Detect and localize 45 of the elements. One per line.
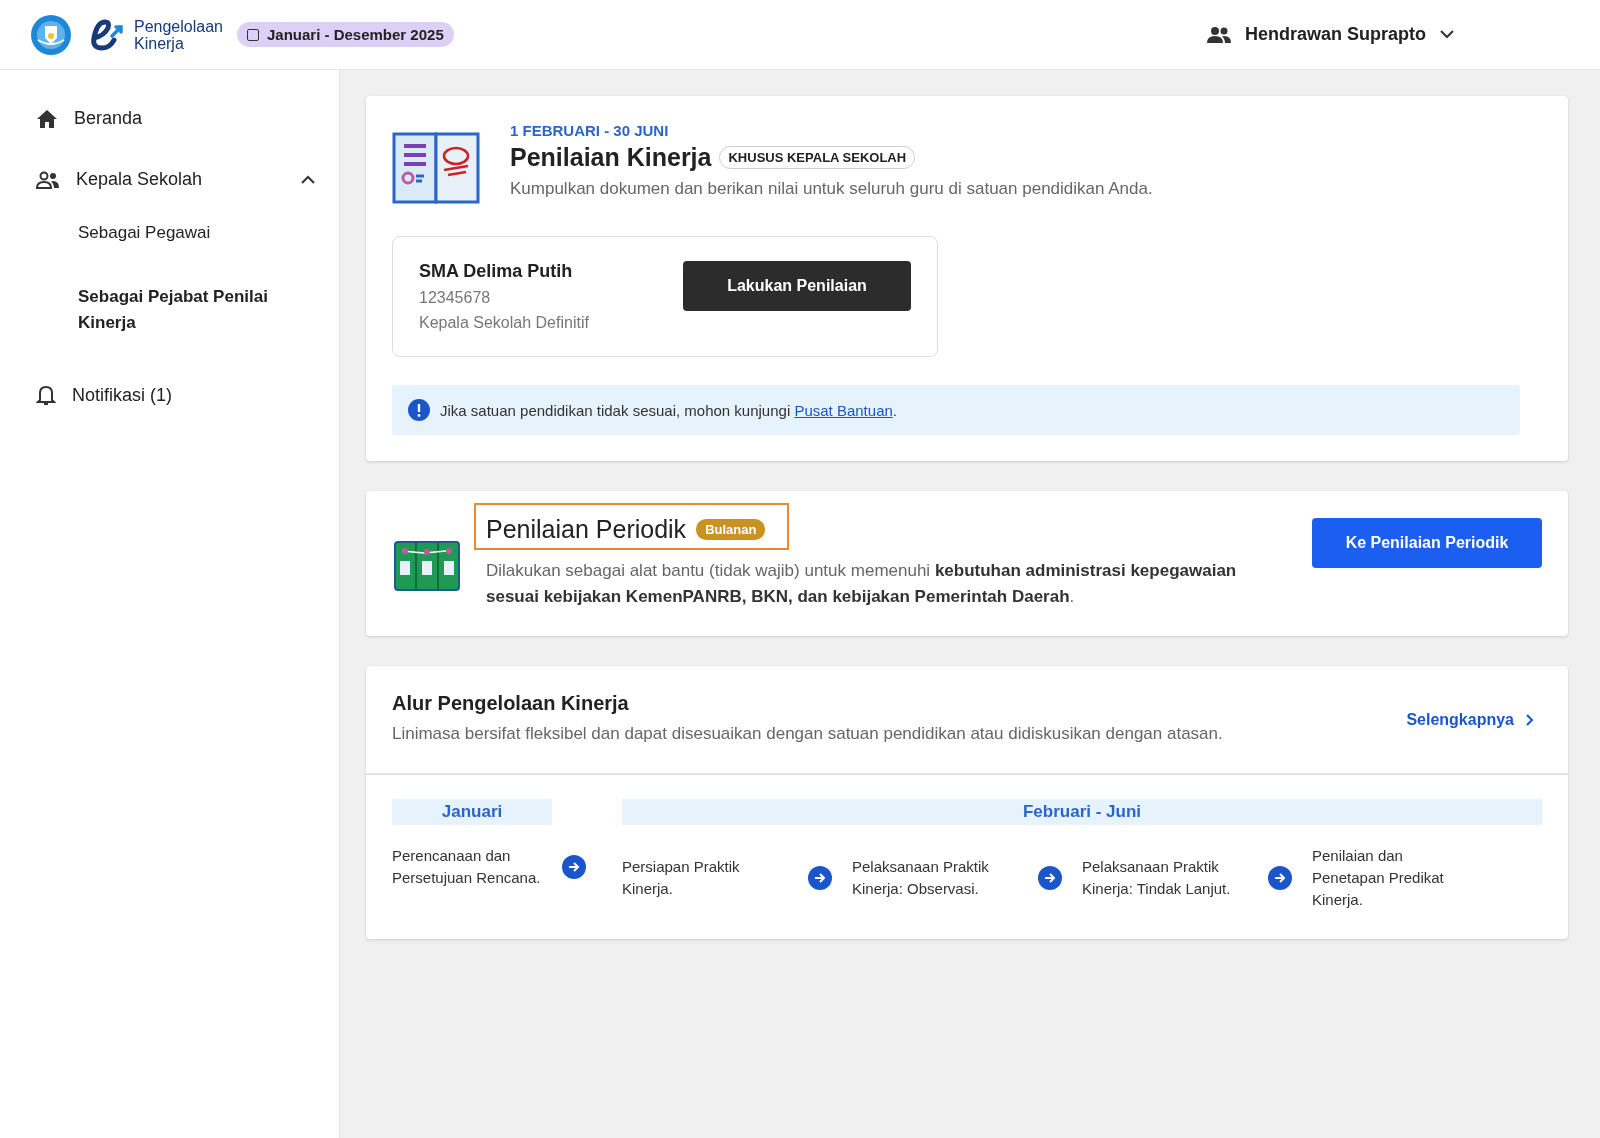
info-icon xyxy=(408,399,430,421)
assess-button[interactable]: Lakukan Penilaian xyxy=(683,261,911,311)
school-role: Kepala Sekolah Definitif xyxy=(419,314,589,332)
period-label: Januari xyxy=(392,799,552,825)
step-text: Persiapan Praktik Kinerja. xyxy=(622,857,741,899)
app-name: Kinerja xyxy=(134,34,184,52)
step-text: Pelaksanaan Praktik Kinerja: Observasi. xyxy=(852,857,990,899)
step-text: Perencanaan dan Persetujuan Rencana. xyxy=(392,846,542,888)
chevron-right-icon xyxy=(1526,713,1534,726)
people-icon xyxy=(1206,25,1231,44)
bell-icon xyxy=(36,384,56,406)
chevron-down-icon xyxy=(1440,30,1454,39)
sidebar-item[interactable]: Beranda xyxy=(36,98,315,139)
step-text: Penilaian dan Penetapan Predikat Kinerja. xyxy=(1312,846,1445,910)
help-link[interactable]: Pusat Bantuan xyxy=(794,401,893,419)
board-icon xyxy=(394,541,460,591)
more-link[interactable]: Selengkapnya xyxy=(1406,710,1534,729)
notice-text: Jika satuan pendidikan tidak sesuai, mohon kunjungi Pusat Bantuan. xyxy=(440,401,897,419)
period-badge[interactable]: Januari - Desember 2025 xyxy=(236,22,454,47)
section-title: Penilaian Periodik xyxy=(486,515,687,544)
section-description: Dilakukan sebagai alat bantu (tidak wajib) untuk memenuhi kebutuhan administrasi kepegawaian sesuai kebijakan KemenPANRB, BKN, dan kebijakan Pemerintah Daerah. xyxy=(486,560,1238,608)
arrow-right-icon xyxy=(808,866,832,890)
emblem-icon xyxy=(30,13,72,56)
people-icon xyxy=(36,170,60,189)
section-description: Linimasa bersifat fleksibel dan dapat disesuaikan dengan satuan pendidikan atau didiskusikan dengan atasan. xyxy=(392,723,1223,745)
periodic-button[interactable]: Ke Penilaian Periodik xyxy=(1312,518,1542,568)
frequency-badge: Bulanan xyxy=(696,519,766,540)
sidebar-item[interactable]: Notifikasi (1) xyxy=(36,374,315,416)
school-id: 12345678 xyxy=(419,289,492,307)
app-name: Pengelolaan xyxy=(134,17,223,35)
step-text: Pelaksanaan Praktik Kinerja: Tindak Lanjut. xyxy=(1082,857,1232,899)
user-menu[interactable]: Hendrawan Suprapto xyxy=(1200,23,1460,46)
sidebar-item[interactable]: Kepala Sekolah xyxy=(36,159,315,200)
school-name: SMA Delima Putih xyxy=(419,261,574,282)
date-range: 1 FEBRUARI - 30 JUNI xyxy=(510,122,670,139)
sidebar-subitem[interactable]: Sebagai Pegawai xyxy=(36,220,315,246)
arrow-right-icon xyxy=(1038,866,1062,890)
home-icon xyxy=(36,108,58,129)
sidebar-subitem[interactable]: Sebagai Pejabat Penilai Kinerja xyxy=(36,284,315,336)
section-title: Penilaian Kinerja xyxy=(510,143,712,172)
section-description: Kumpulkan dokumen dan berikan nilai untuk seluruh guru di satuan pendidikan Anda. xyxy=(510,178,1153,200)
section-title: Alur Pengelolaan Kinerja xyxy=(392,692,630,715)
period-label: Februari - Juni xyxy=(622,799,1542,825)
arrow-right-icon xyxy=(562,855,586,879)
arrow-right-icon xyxy=(1268,866,1292,890)
